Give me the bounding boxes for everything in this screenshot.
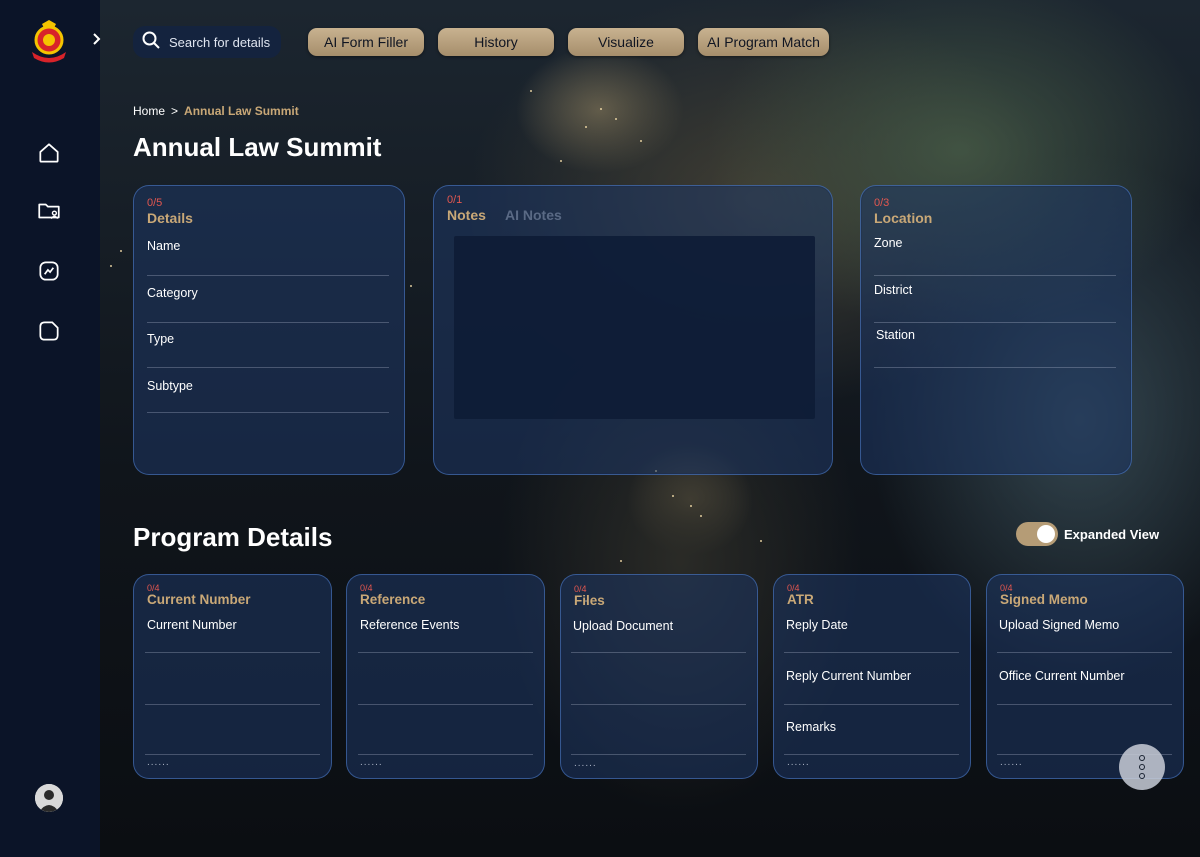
fab-dot [1139,773,1145,779]
notes-card: 0/1 Notes AI Notes [433,185,833,475]
more-vertical-icon[interactable] [1119,744,1165,790]
field-type-input[interactable] [147,367,389,368]
field-reply-current-number-input[interactable] [784,704,959,705]
field-line[interactable] [358,754,533,755]
field-district-input[interactable] [874,322,1116,323]
search-bar[interactable] [133,26,281,58]
chevron-right-icon[interactable] [92,32,108,50]
location-title: Location [874,210,933,226]
details-title: Details [147,210,193,226]
location-count: 0/3 [874,197,890,209]
field-remarks-label: Remarks [786,720,837,734]
field-current-number-input[interactable] [145,652,320,653]
notes-count: 0/1 [447,194,463,206]
card-title: ATR [787,592,814,607]
fab-dot [1139,755,1145,761]
field-station-input[interactable] [874,367,1116,368]
field-office-current-number-input[interactable] [997,704,1172,705]
visualize-button[interactable]: Visualize [568,28,684,56]
breadcrumb: Home > Annual Law Summit [133,104,299,118]
field-type-label: Type [147,332,175,346]
toggle-knob [1037,525,1055,543]
field-reply-date-label: Reply Date [786,618,848,632]
field-reference-events-input[interactable] [358,652,533,653]
more-dots: ...... [147,757,170,768]
field-upload-signed-memo-label[interactable]: Upload Signed Memo [999,618,1119,632]
field-line[interactable] [145,754,320,755]
program-details-title: Program Details [133,522,333,552]
home-icon[interactable] [36,140,62,166]
field-remarks-input[interactable] [784,754,959,755]
folder-user-icon[interactable] [36,198,62,224]
avatar[interactable] [35,784,63,812]
breadcrumb-separator: > [171,104,179,118]
fab-dot [1139,764,1145,770]
expanded-view-label: Expanded View [1064,527,1160,542]
card-title: Signed Memo [1000,592,1088,607]
breadcrumb-current: Annual Law Summit [184,104,299,118]
field-reply-date-input[interactable] [784,652,959,653]
field-office-current-number-label: Office Current Number [999,669,1125,683]
field-district-label: District [874,283,913,297]
notes-textarea[interactable] [454,236,815,419]
field-line[interactable] [145,704,320,705]
field-upload-signed-memo-input[interactable] [997,652,1172,653]
breadcrumb-home[interactable]: Home [133,104,165,118]
field-zone-input[interactable] [874,275,1116,276]
field-name-label: Name [147,239,181,253]
more-dots: ...... [574,758,597,769]
field-station-label: Station [876,328,915,342]
field-line[interactable] [571,754,746,755]
card-title: Files [574,593,605,608]
details-card: 0/5 Details Name Category Type Subtype [133,185,405,475]
field-name-input[interactable] [147,275,389,276]
field-upload-document-input[interactable] [571,652,746,653]
field-subtype-input[interactable] [147,412,389,413]
sidebar [0,0,101,857]
details-count: 0/5 [147,197,163,209]
logo-emblem[interactable] [24,20,74,66]
card-title: Current Number [147,592,251,607]
more-dots: ...... [360,757,383,768]
search-icon [141,30,161,55]
field-category-input[interactable] [147,322,389,323]
field-line[interactable] [571,704,746,705]
current-number-card: 0/4 Current Number Current Number ...... [133,574,332,779]
location-card: 0/3 Location Zone District Station [860,185,1132,475]
expanded-view-toggle[interactable] [1016,522,1058,546]
reference-card: 0/4 Reference Reference Events ...... [346,574,545,779]
tab-ai-notes[interactable]: AI Notes [505,207,562,223]
files-card: 0/4 Files Upload Document ...... [560,574,758,779]
field-category-label: Category [147,286,198,300]
field-current-number-label: Current Number [147,618,237,632]
card-title: Reference [360,592,426,607]
tab-notes[interactable]: Notes [447,207,486,223]
field-subtype-label: Subtype [147,379,193,393]
ai-form-filler-button[interactable]: AI Form Filler [308,28,424,56]
chart-icon[interactable] [36,258,62,284]
page-title: Annual Law Summit [133,132,382,162]
more-dots: ...... [1000,757,1023,768]
field-reference-events-label: Reference Events [360,618,460,632]
ai-program-match-button[interactable]: AI Program Match [698,28,829,56]
field-line[interactable] [358,704,533,705]
atr-card: 0/4 ATR Reply Date Reply Current Number … [773,574,971,779]
report-icon[interactable] [36,318,62,344]
history-button[interactable]: History [438,28,554,56]
more-dots: ...... [787,757,810,768]
field-zone-label: Zone [874,236,903,250]
field-upload-document-label[interactable]: Upload Document [573,619,673,633]
search-input[interactable] [169,34,279,50]
field-reply-current-number-label: Reply Current Number [786,669,912,683]
